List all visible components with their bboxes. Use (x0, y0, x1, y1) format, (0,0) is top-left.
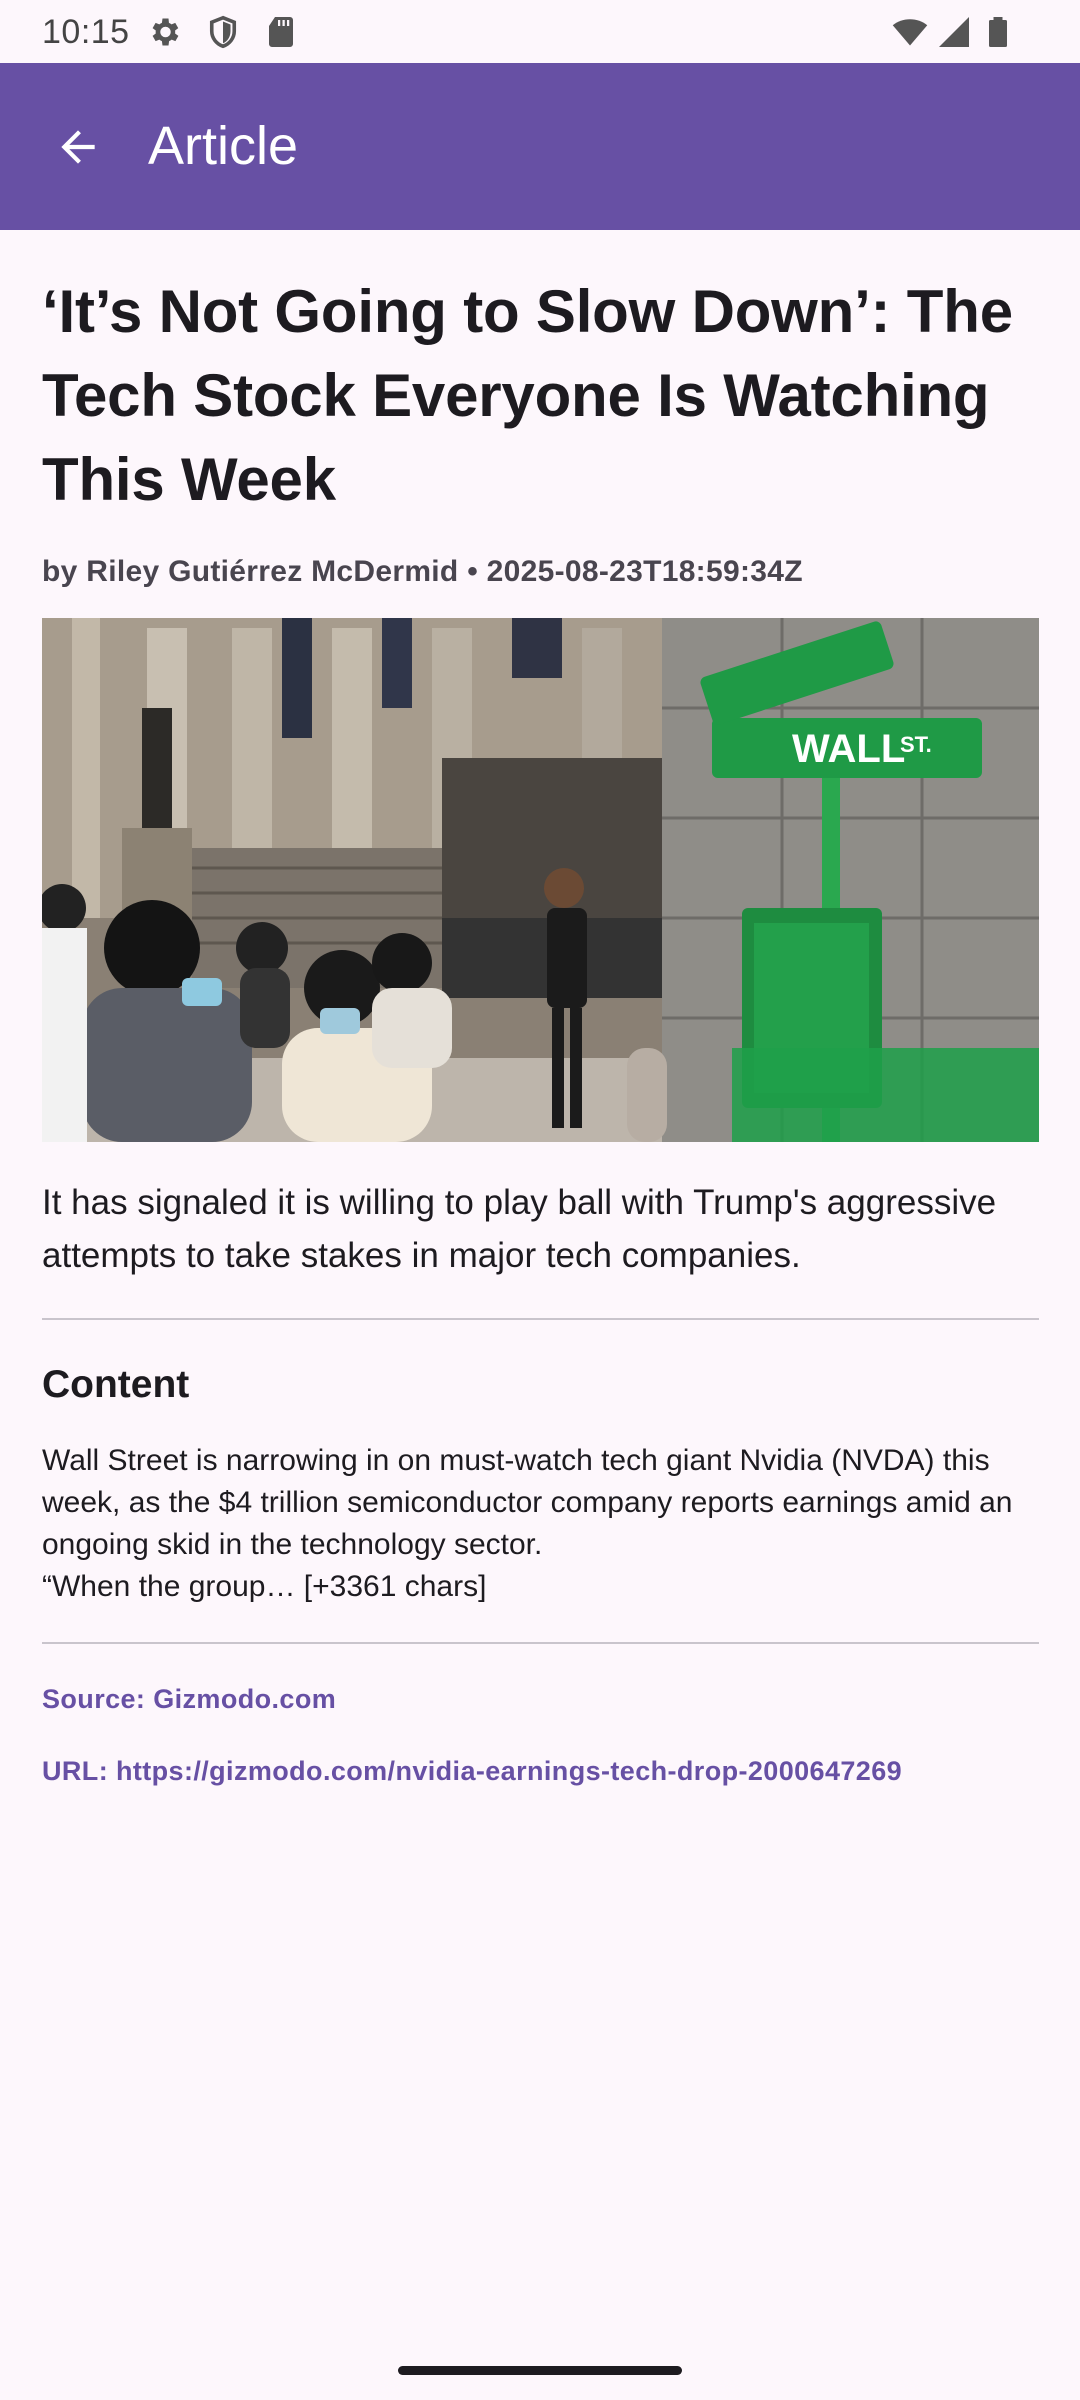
divider (42, 1642, 1039, 1644)
gesture-nav-handle[interactable] (398, 2366, 682, 2375)
gear-icon (146, 14, 182, 50)
back-button[interactable] (30, 99, 126, 195)
battery-icon (980, 14, 1016, 50)
svg-text:WALL: WALL (792, 727, 905, 771)
app-bar: Article (0, 63, 1080, 230)
article-summary: It has signaled it is willing to play ba… (42, 1183, 997, 1275)
shield-icon (205, 14, 241, 50)
sd-card-icon (263, 14, 299, 50)
app-bar-title: Article (148, 116, 299, 176)
wifi-icon (890, 14, 930, 50)
content-heading: Content (42, 1363, 190, 1406)
article-content: ‘It’s Not Going to Slow Down’: The Tech … (42, 270, 1039, 1790)
content-body: Wall Street is narrowing in on must-watc… (42, 1444, 1013, 1603)
signal-icon (936, 14, 972, 50)
status-time: 10:15 (42, 13, 130, 51)
arrow-back-icon (61, 130, 95, 164)
status-bar: 10:15 (0, 0, 1080, 63)
article-source: Source: Gizmodo.com (42, 1684, 337, 1714)
divider (42, 1318, 1039, 1320)
article-url-link[interactable]: URL: https://gizmodo.com/nvidia-earnings… (42, 1752, 1039, 1790)
svg-text:ST.: ST. (900, 732, 932, 757)
article-title: ‘It’s Not Going to Slow Down’: The Tech … (42, 278, 1013, 513)
article-byline: by Riley Gutiérrez McDermid • 2025-08-23… (42, 555, 803, 588)
article-hero-image: WALL ST. (42, 618, 1039, 1142)
